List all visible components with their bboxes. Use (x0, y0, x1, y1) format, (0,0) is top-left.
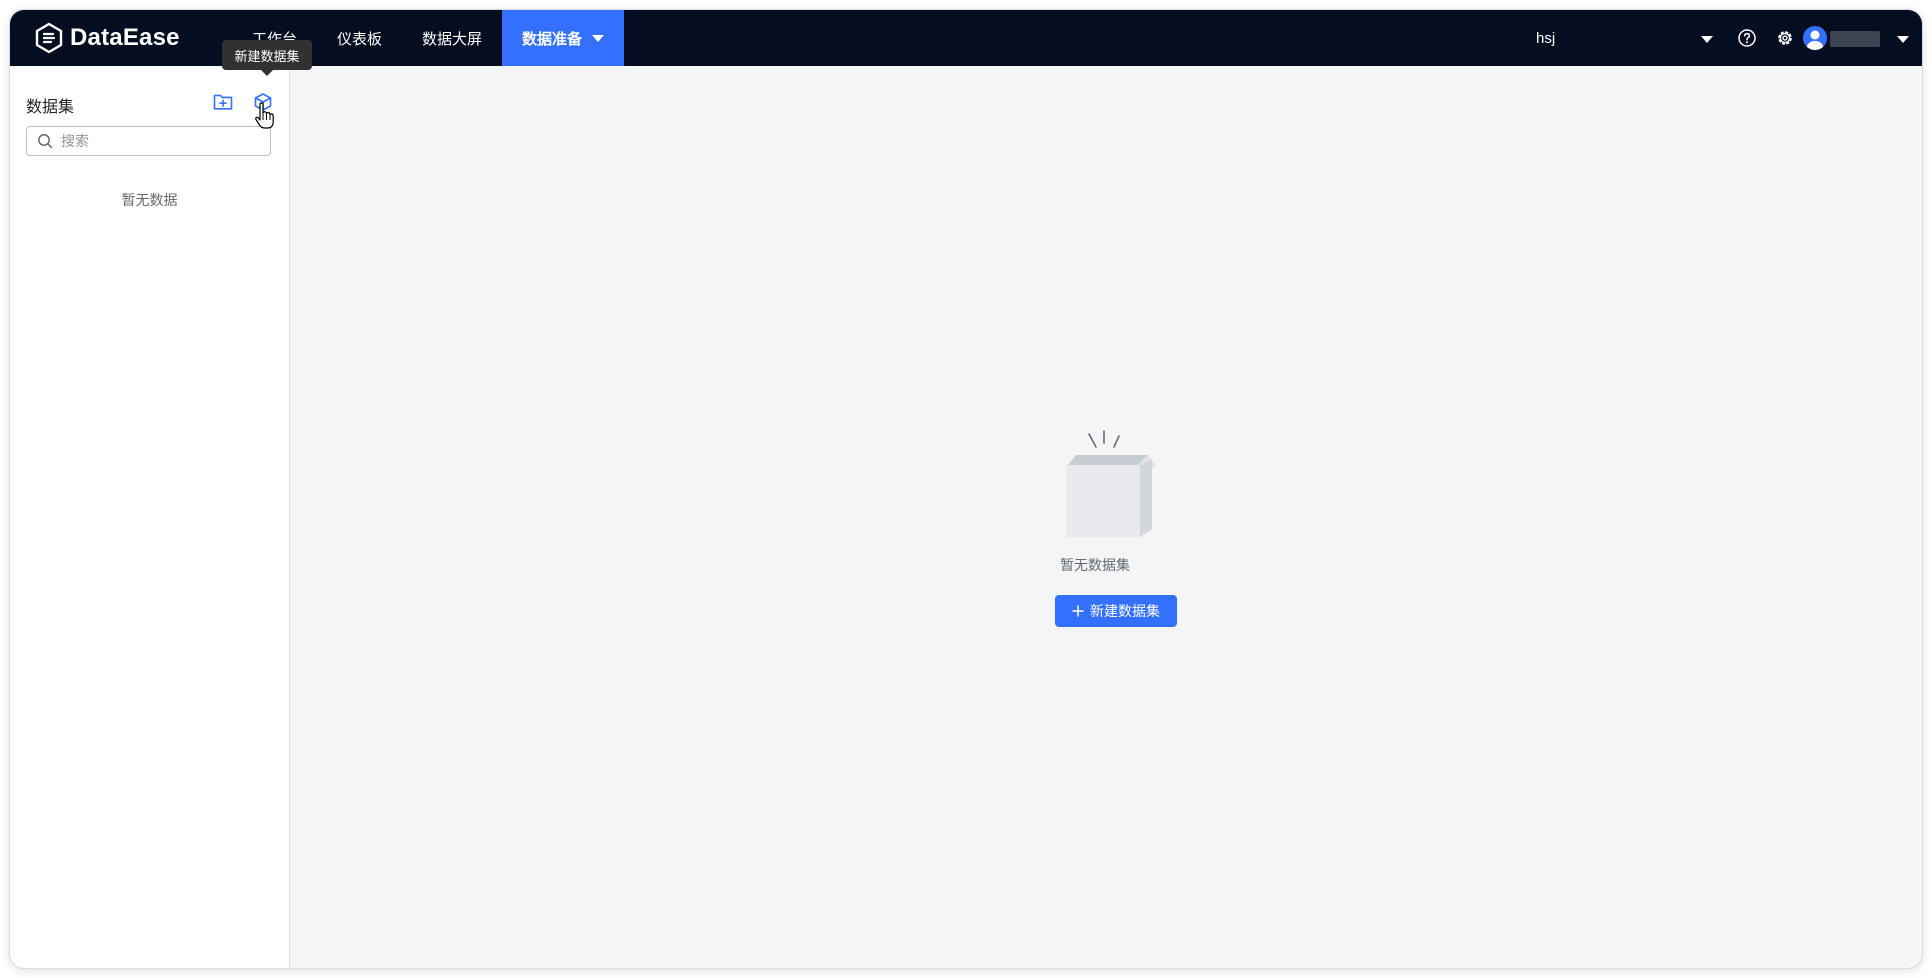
plus-icon (1072, 605, 1084, 617)
nav-item-data-screen[interactable]: 数据大屏 (402, 10, 502, 66)
org-selector[interactable]: hsj (1536, 10, 1555, 66)
empty-box-illustration (1066, 430, 1156, 537)
logo-text: DataEase (70, 24, 180, 51)
create-dataset-button[interactable]: 新建数据集 (1055, 595, 1177, 627)
hand-cursor-icon (255, 102, 274, 129)
org-dropdown-icon[interactable] (1701, 36, 1713, 43)
tooltip: 新建数据集 (222, 40, 312, 76)
empty-state-label: 暂无数据集 (1060, 557, 1130, 573)
app-window: DataEase 工作台 仪表板 数据大屏 数据准备 hsj 新建数据集 数据集… (10, 10, 1922, 968)
nav-item-label: 仪表板 (337, 30, 383, 48)
tooltip-text: 新建数据集 (234, 48, 300, 64)
org-name: hsj (1536, 29, 1556, 47)
create-dataset-label: 新建数据集 (1090, 603, 1160, 619)
main-content: 暂无数据集 新建数据集 (290, 66, 1922, 968)
sidebar-empty-text: 暂无数据 (121, 192, 178, 208)
caret-down-icon (592, 34, 605, 42)
nav-item-label: 数据准备 (522, 30, 583, 48)
nav-item-dashboard[interactable]: 仪表板 (317, 10, 402, 66)
nav-item-label: 数据大屏 (422, 30, 483, 48)
logo[interactable]: DataEase (34, 22, 180, 54)
search-input[interactable] (59, 132, 263, 150)
username-redacted (1830, 31, 1880, 47)
nav-item-data-preparation[interactable]: 数据准备 (502, 10, 625, 66)
settings-icon[interactable] (1775, 28, 1795, 48)
search-box[interactable] (26, 126, 271, 156)
search-icon (38, 134, 53, 149)
sidebar: 数据集 暂无数据 (10, 66, 290, 968)
help-icon[interactable] (1737, 28, 1757, 48)
sidebar-title: 数据集 (26, 99, 75, 116)
folder-add-icon (213, 94, 233, 110)
empty-state-text: 暂无数据集 (290, 555, 1922, 575)
user-icon (1806, 30, 1824, 50)
user-menu-caret-icon[interactable] (1897, 36, 1909, 43)
avatar[interactable] (1803, 26, 1827, 50)
dataease-logo-icon (35, 22, 63, 54)
new-folder-button[interactable] (211, 90, 235, 114)
